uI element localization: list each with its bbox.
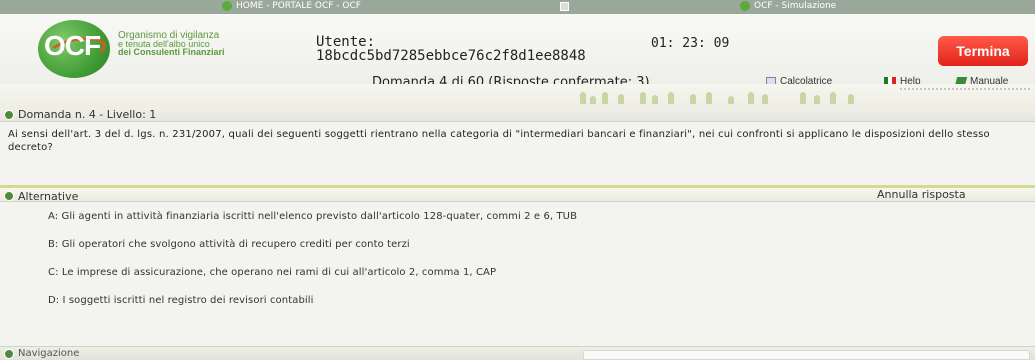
logo-text: OCF bbox=[44, 30, 101, 61]
exam-timer: 01: 23: 09 bbox=[651, 36, 730, 51]
navigation-bar[interactable] bbox=[583, 350, 1030, 360]
alternative-a[interactable]: A: Gli agenti in attività finanziaria is… bbox=[48, 211, 577, 222]
navigation-header: Navigazione bbox=[0, 346, 1035, 360]
organization-name: Organismo di vigilanza e tenuta dell'alb… bbox=[118, 31, 225, 57]
org-line-3: dei Consulenti Finanziari bbox=[118, 47, 225, 57]
section-bullet-icon bbox=[4, 191, 14, 201]
alternative-d[interactable]: D: I soggetti iscritti nel registro dei … bbox=[48, 295, 314, 306]
simulation-tab[interactable]: OCF - Simulazione bbox=[740, 1, 836, 11]
browser-tab-bar: HOME - PORTALE OCF - OCF OCF - Simulazio… bbox=[0, 0, 1035, 14]
decorative-banner bbox=[0, 84, 1035, 108]
termina-button[interactable]: Termina bbox=[938, 36, 1028, 66]
section-bullet-icon bbox=[4, 110, 14, 120]
home-tab[interactable]: HOME - PORTALE OCF - OCF bbox=[222, 1, 361, 11]
alternative-b[interactable]: B: Gli operatori che svolgono attività d… bbox=[48, 239, 410, 250]
simulation-tab-label: OCF - Simulazione bbox=[754, 1, 837, 11]
green-globe-icon bbox=[740, 1, 750, 11]
alternative-c[interactable]: C: Le imprese di assicurazione, che oper… bbox=[48, 267, 496, 278]
user-id: 18bcdc5bd7285ebbce76c2f8d1ee8848 bbox=[316, 48, 586, 64]
annulla-risposta-button[interactable]: Annulla risposta bbox=[877, 188, 966, 201]
alternatives-header: Alternative Annulla risposta bbox=[0, 185, 1035, 203]
question-number-label: Domanda n. 4 - Livello: 1 bbox=[18, 108, 157, 121]
ocf-logo: OCF bbox=[38, 20, 110, 78]
green-globe-icon bbox=[222, 1, 232, 11]
window-icon[interactable] bbox=[560, 2, 569, 11]
section-bullet-icon bbox=[4, 349, 14, 359]
question-text: Ai sensi dell'art. 3 del d. lgs. n. 231/… bbox=[8, 129, 990, 153]
question-header: Domanda n. 4 - Livello: 1 bbox=[0, 108, 1035, 122]
home-tab-label: HOME - PORTALE OCF - OCF bbox=[236, 1, 361, 11]
navigation-label: Navigazione bbox=[18, 348, 80, 359]
alternatives-label: Alternative bbox=[18, 190, 79, 203]
exam-header: OCF Organismo di vigilanza e tenuta dell… bbox=[0, 14, 1035, 90]
